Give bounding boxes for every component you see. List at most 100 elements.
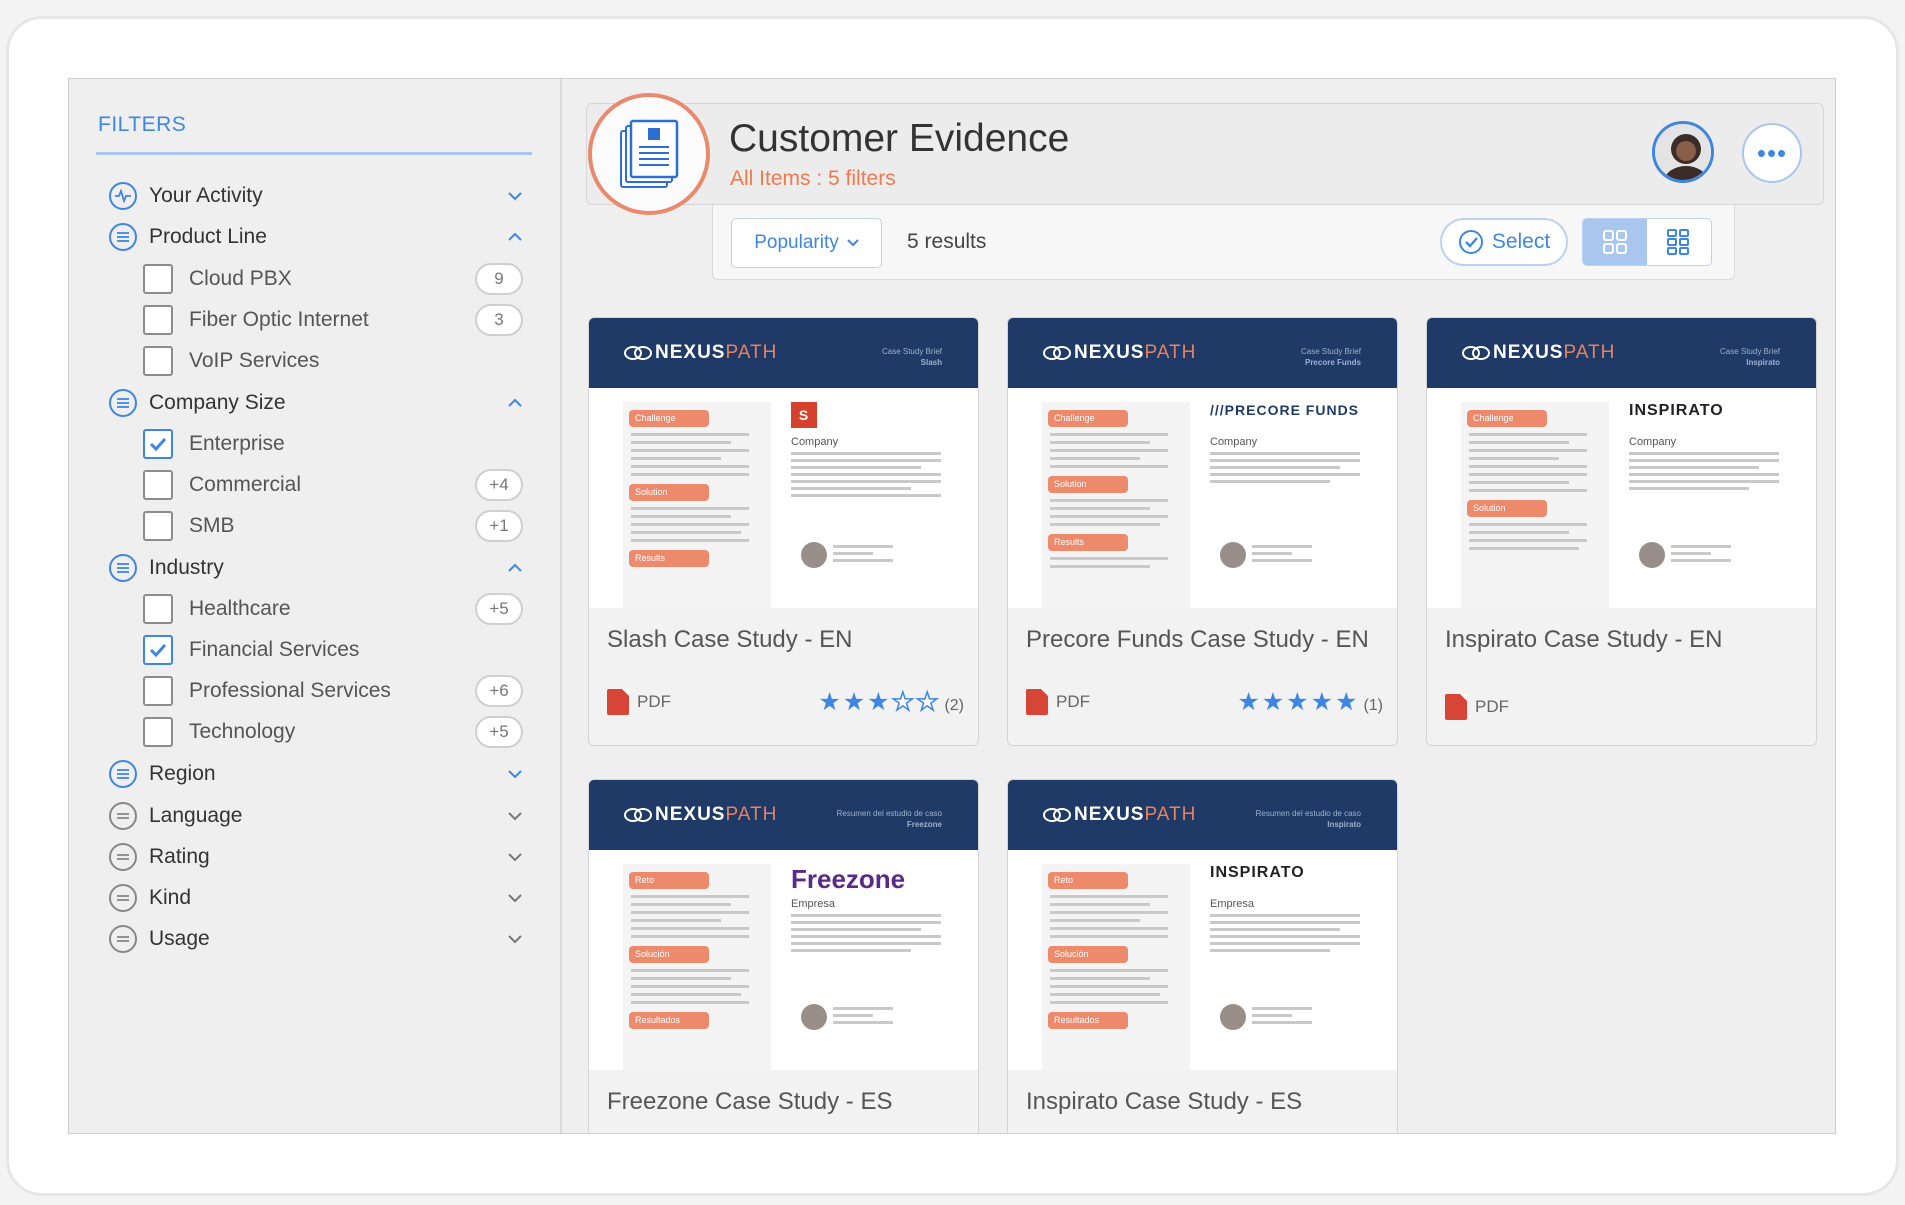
card-info: Freezone Case Study - ES — [589, 1070, 978, 1117]
nexuspath-logo-icon — [624, 808, 652, 822]
star-filled-icon: ★ — [1310, 688, 1334, 716]
card-thumbnail[interactable]: NEXUS PATH Resumen del estudio de caso Ins… — [1008, 780, 1397, 1070]
chevron-down-icon[interactable] — [501, 182, 529, 210]
star-rating[interactable]: ★ ★ ★ ★ ★ (1) — [1237, 690, 1383, 715]
client-logo: INSPIRATO — [1629, 402, 1724, 419]
company-label: Empresa — [1210, 898, 1255, 910]
file-type-label: PDF — [637, 692, 671, 711]
card-title[interactable]: Inspirato Case Study - ES — [1026, 1086, 1381, 1117]
card-title[interactable]: Inspirato Case Study - EN — [1445, 624, 1800, 655]
grid-view-button[interactable] — [1583, 219, 1647, 265]
chevron-down-icon[interactable] — [501, 925, 529, 953]
grid-icon — [1603, 230, 1627, 254]
chevron-down-icon[interactable] — [501, 843, 529, 871]
filter-group-industry[interactable]: Industry — [109, 548, 529, 588]
brand-wordmark: NEXUS — [655, 342, 726, 363]
brand-wordmark: NEXUS — [1074, 804, 1145, 825]
select-button[interactable]: Select — [1440, 218, 1568, 266]
filter-option-fiber-optic-internet[interactable]: Fiber Optic Internet 3 — [143, 300, 533, 340]
compact-view-button[interactable] — [1647, 219, 1711, 265]
card-info: Inspirato Case Study - ES — [1008, 1070, 1397, 1117]
filter-group-usage[interactable]: Usage — [109, 919, 529, 959]
checkbox-checked[interactable] — [143, 429, 173, 459]
star-filled-icon: ★ — [842, 688, 866, 716]
star-filled-icon: ★ — [818, 688, 841, 716]
filter-option-healthcare[interactable]: Healthcare +5 — [143, 589, 533, 629]
brief-client: Precore Funds — [1304, 358, 1361, 367]
asset-card[interactable]: NEXUS PATH Case Study Brief Precore Funds … — [1007, 317, 1398, 746]
filter-option-financial-services[interactable]: Financial Services — [143, 630, 533, 670]
thumbnail-banner: NEXUS PATH Resumen del estudio de caso Ins… — [1008, 780, 1397, 850]
brand-wordmark: NEXUS — [1493, 342, 1564, 363]
filter-option-smb[interactable]: SMB +1 — [143, 506, 533, 546]
chevron-up-icon[interactable] — [501, 223, 529, 251]
filter-group-product-line[interactable]: Product Line — [109, 217, 529, 257]
brief-type: Case Study Brief — [1719, 347, 1780, 356]
checkbox[interactable] — [143, 676, 173, 706]
checkbox[interactable] — [143, 717, 173, 747]
filter-option-label: Financial Services — [189, 638, 360, 661]
checkbox[interactable] — [143, 470, 173, 500]
filter-group-your-activity[interactable]: Your Activity — [109, 176, 529, 216]
compact-grid-icon — [1667, 229, 1689, 255]
avatar[interactable] — [1652, 121, 1714, 183]
section-pill: Challenge — [1048, 410, 1128, 427]
pdf-icon — [1445, 694, 1467, 720]
filter-group-language[interactable]: Language — [109, 796, 529, 836]
checkbox[interactable] — [143, 511, 173, 541]
collection-icon — [588, 93, 710, 215]
checkbox-checked[interactable] — [143, 635, 173, 665]
star-filled-icon: ★ — [1237, 688, 1260, 716]
sort-dropdown[interactable]: Popularity — [731, 218, 882, 268]
card-thumbnail[interactable]: NEXUS PATH Case Study Brief Inspirato Chal… — [1427, 318, 1816, 608]
brief-client: Slash — [920, 358, 942, 367]
card-meta: PDF — [1026, 689, 1090, 715]
filter-group-company-size[interactable]: Company Size — [109, 383, 529, 423]
checkbox[interactable] — [143, 594, 173, 624]
brand-wordmark-accent: PATH — [725, 804, 778, 825]
nexuspath-logo-icon — [1043, 346, 1071, 360]
filter-group-kind[interactable]: Kind — [109, 878, 529, 918]
filter-option-cloud-pbx[interactable]: Cloud PBX 9 — [143, 259, 533, 299]
filter-option-enterprise[interactable]: Enterprise — [143, 424, 533, 464]
checkbox[interactable] — [143, 346, 173, 376]
star-rating[interactable]: ★ ★ ★ ★ ★ (2) — [818, 688, 964, 716]
card-thumbnail[interactable]: NEXUS PATH Case Study Brief Slash Challeng… — [589, 318, 978, 608]
view-toggle[interactable] — [1582, 218, 1712, 266]
brief-label: Resumen del estudio de caso Freezone — [837, 808, 942, 830]
card-title[interactable]: Precore Funds Case Study - EN — [1026, 624, 1381, 655]
card-thumbnail[interactable]: NEXUS PATH Case Study Brief Precore Funds … — [1008, 318, 1397, 608]
card-title[interactable]: Slash Case Study - EN — [607, 624, 962, 655]
star-filled-icon: ★ — [1261, 688, 1285, 716]
count-badge: 3 — [475, 304, 523, 336]
checkbox[interactable] — [143, 264, 173, 294]
card-thumbnail[interactable]: NEXUS PATH Resumen del estudio de caso Fre… — [589, 780, 978, 1070]
brand-wordmark-accent: PATH — [725, 342, 778, 363]
filter-group-region[interactable]: Region — [109, 754, 529, 794]
asset-card[interactable]: NEXUS PATH Case Study Brief Slash Challeng… — [588, 317, 979, 746]
filter-summary[interactable]: All Items : 5 filters — [730, 167, 896, 191]
file-type-label: PDF — [1475, 697, 1509, 716]
card-info: Inspirato Case Study - EN — [1427, 608, 1816, 655]
chevron-down-icon[interactable] — [501, 760, 529, 788]
card-title[interactable]: Freezone Case Study - ES — [607, 1086, 962, 1117]
asset-card[interactable]: NEXUS PATH Resumen del estudio de caso Fre… — [588, 779, 979, 1133]
filter-option-professional-services[interactable]: Professional Services +6 — [143, 671, 533, 711]
brief-label: Case Study Brief Inspirato — [1720, 346, 1780, 368]
asset-card[interactable]: NEXUS PATH Resumen del estudio de caso Ins… — [1007, 779, 1398, 1133]
chevron-down-icon[interactable] — [501, 802, 529, 830]
chevron-up-icon[interactable] — [501, 554, 529, 582]
chevron-up-icon[interactable] — [501, 389, 529, 417]
filter-option-voip-services[interactable]: VoIP Services — [143, 341, 533, 381]
documents-icon — [620, 119, 679, 188]
count-badge: +5 — [475, 593, 523, 625]
checkbox[interactable] — [143, 305, 173, 335]
section-pill: Challenge — [1467, 410, 1547, 427]
filter-option-technology[interactable]: Technology +5 — [143, 712, 533, 752]
filter-option-commercial[interactable]: Commercial +4 — [143, 465, 533, 505]
filter-group-rating[interactable]: Rating — [109, 837, 529, 877]
filter-group-label: Industry — [149, 556, 224, 579]
chevron-down-icon[interactable] — [501, 884, 529, 912]
more-options-button[interactable]: ••• — [1742, 123, 1802, 183]
asset-card[interactable]: NEXUS PATH Case Study Brief Inspirato Chal… — [1426, 317, 1817, 746]
